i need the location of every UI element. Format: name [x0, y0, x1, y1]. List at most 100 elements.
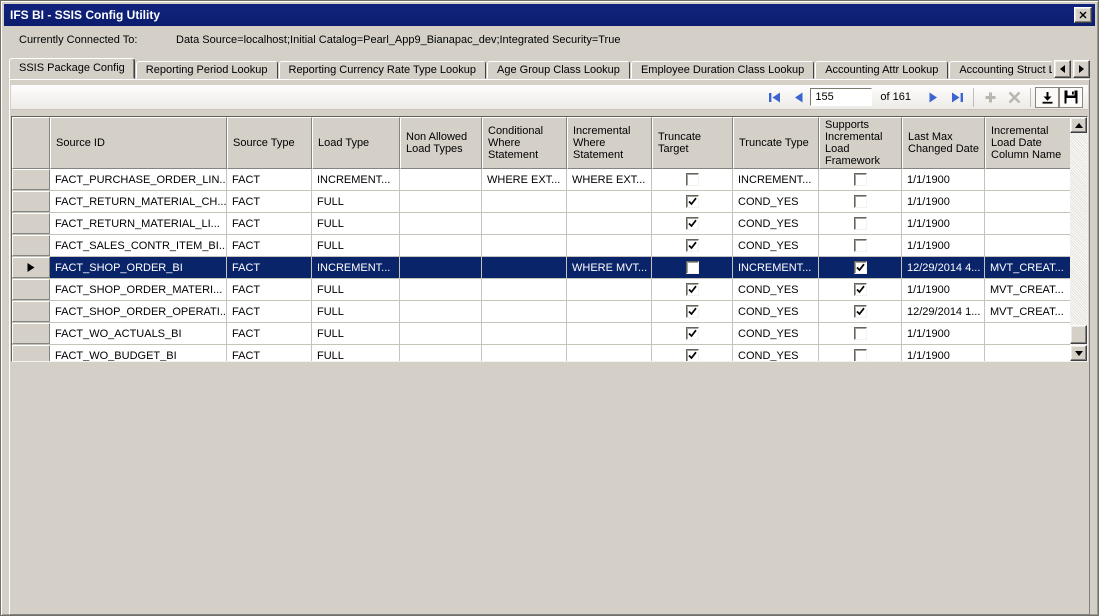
supports_incr-checkbox[interactable]: [854, 195, 867, 208]
cell-supports_incr: [819, 323, 902, 344]
row-selector[interactable]: [12, 279, 50, 300]
supports_incr-checkbox[interactable]: [854, 327, 867, 340]
table-row[interactable]: FACT_PURCHASE_ORDER_LIN...FACTINCREMENT.…: [12, 169, 1070, 191]
supports_incr-checkbox[interactable]: [854, 173, 867, 186]
chevron-left-icon: [1060, 65, 1065, 73]
truncate_target-checkbox[interactable]: [686, 173, 699, 186]
header-cell: Conditional Where Statement: [482, 117, 567, 169]
cell-incr_col: [985, 323, 1070, 344]
table-row[interactable]: FACT_RETURN_MATERIAL_CH...FACTFULLCOND_Y…: [12, 191, 1070, 213]
title-bar: IFS BI - SSIS Config Utility: [4, 4, 1095, 26]
tab-scroll-left-button[interactable]: [1054, 60, 1071, 78]
cell-incr_col: MVT_CREAT...: [985, 257, 1070, 278]
cell-incr_col: [985, 345, 1070, 361]
row-selector[interactable]: [12, 345, 50, 361]
save-icon: [1064, 90, 1078, 104]
truncate_target-checkbox[interactable]: [686, 217, 699, 230]
vertical-scrollbar[interactable]: [1070, 117, 1087, 361]
table-row[interactable]: FACT_SALES_CONTR_ITEM_BI...FACTFULLCOND_…: [12, 235, 1070, 257]
header-cell-label: Source Type: [233, 137, 295, 149]
scroll-thumb[interactable]: [1070, 325, 1087, 344]
tab-reporting-period-lookup[interactable]: Reporting Period Lookup: [136, 61, 278, 79]
cell-truncate_type: COND_YES: [733, 323, 819, 344]
header-cell: Load Type: [312, 117, 400, 169]
cell-incr_where: [567, 323, 652, 344]
tab-accounting-attr-lookup[interactable]: Accounting Attr Lookup: [815, 61, 948, 79]
cell-last_max_date: 1/1/1900: [902, 323, 985, 344]
cell-source_type: FACT: [227, 169, 312, 190]
truncate_target-checkbox[interactable]: [686, 261, 699, 274]
cell-cond_where: [482, 257, 567, 278]
tab-label: SSIS Package Config: [19, 62, 125, 74]
scroll-down-button[interactable]: [1070, 345, 1087, 361]
table-row[interactable]: FACT_WO_BUDGET_BIFACTFULLCOND_YES1/1/190…: [12, 345, 1070, 361]
tab-strip: SSIS Package Config Reporting Period Look…: [9, 58, 1090, 79]
truncate_target-checkbox[interactable]: [686, 195, 699, 208]
supports_incr-checkbox[interactable]: [854, 217, 867, 230]
nav-first-icon: [768, 92, 781, 103]
truncate_target-checkbox[interactable]: [686, 305, 699, 318]
close-icon: [1079, 11, 1087, 19]
plus-icon: [984, 91, 997, 104]
row-selector[interactable]: [12, 235, 50, 256]
nav-last-button[interactable]: [945, 87, 969, 108]
cell-non_allowed: [400, 323, 482, 344]
nav-first-button[interactable]: [762, 87, 786, 108]
tab-age-group-class-lookup[interactable]: Age Group Class Lookup: [487, 61, 630, 79]
table-row[interactable]: FACT_SHOP_ORDER_BIFACTINCREMENT...WHERE …: [12, 257, 1070, 279]
window-title: IFS BI - SSIS Config Utility: [10, 8, 160, 22]
scroll-up-button[interactable]: [1070, 117, 1087, 133]
cell-truncate_type: COND_YES: [733, 279, 819, 300]
tab-accounting-struct-lookup[interactable]: Accounting Struct Lookup: [949, 61, 1052, 79]
cell-load_type: FULL: [312, 301, 400, 322]
cell-source_id: FACT_WO_BUDGET_BI: [50, 345, 227, 361]
save-button[interactable]: [1059, 87, 1083, 108]
supports_incr-checkbox[interactable]: [854, 349, 867, 361]
cell-cond_where: [482, 301, 567, 322]
table-row[interactable]: FACT_SHOP_ORDER_MATERI...FACTFULLCOND_YE…: [12, 279, 1070, 301]
nav-next-button[interactable]: [921, 87, 945, 108]
cell-load_type: FULL: [312, 279, 400, 300]
table-row[interactable]: FACT_RETURN_MATERIAL_LI...FACTFULLCOND_Y…: [12, 213, 1070, 235]
cell-non_allowed: [400, 213, 482, 234]
table-row[interactable]: FACT_WO_ACTUALS_BIFACTFULLCOND_YES1/1/19…: [12, 323, 1070, 345]
row-selector[interactable]: [12, 191, 50, 212]
check-icon: [688, 285, 697, 294]
cell-last_max_date: 1/1/1900: [902, 279, 985, 300]
nav-previous-button[interactable]: [786, 87, 810, 108]
cell-truncate_type: INCREMENT...: [733, 169, 819, 190]
row-selector[interactable]: [12, 257, 50, 278]
record-position-input[interactable]: [810, 88, 872, 106]
nav-next-icon: [928, 92, 939, 103]
supports_incr-checkbox[interactable]: [854, 239, 867, 252]
truncate_target-checkbox[interactable]: [686, 283, 699, 296]
toolbar-separator: [973, 88, 974, 107]
tab-label: Reporting Period Lookup: [146, 64, 268, 76]
cell-incr_where: WHERE MVT...: [567, 257, 652, 278]
supports_incr-checkbox[interactable]: [854, 261, 867, 274]
cell-supports_incr: [819, 235, 902, 256]
truncate_target-checkbox[interactable]: [686, 349, 699, 361]
row-selector[interactable]: [12, 213, 50, 234]
row-selector[interactable]: [12, 301, 50, 322]
truncate_target-checkbox[interactable]: [686, 327, 699, 340]
header-cell-label: Source ID: [56, 137, 105, 149]
tab-scroll-right-button[interactable]: [1073, 60, 1090, 78]
cell-supports_incr: [819, 257, 902, 278]
cell-cond_where: WHERE EXT...: [482, 169, 567, 190]
cell-truncate_type: COND_YES: [733, 301, 819, 322]
header-cell: Truncate Target: [652, 117, 733, 169]
data-grid: Source IDSource TypeLoad TypeNon Allowed…: [11, 116, 1088, 362]
row-selector[interactable]: [12, 323, 50, 344]
truncate_target-checkbox[interactable]: [686, 239, 699, 252]
close-button[interactable]: [1074, 7, 1092, 23]
tab-reporting-currency-rate-type-lookup[interactable]: Reporting Currency Rate Type Lookup: [279, 61, 487, 79]
tab-ssis-package-config[interactable]: SSIS Package Config: [9, 58, 135, 79]
supports_incr-checkbox[interactable]: [854, 305, 867, 318]
table-row[interactable]: FACT_SHOP_ORDER_OPERATI...FACTFULLCOND_Y…: [12, 301, 1070, 323]
load-data-button[interactable]: [1035, 87, 1059, 108]
header-cell-label: Truncate Target: [658, 131, 727, 155]
tab-employee-duration-class-lookup[interactable]: Employee Duration Class Lookup: [631, 61, 814, 79]
supports_incr-checkbox[interactable]: [854, 283, 867, 296]
row-selector[interactable]: [12, 169, 50, 190]
